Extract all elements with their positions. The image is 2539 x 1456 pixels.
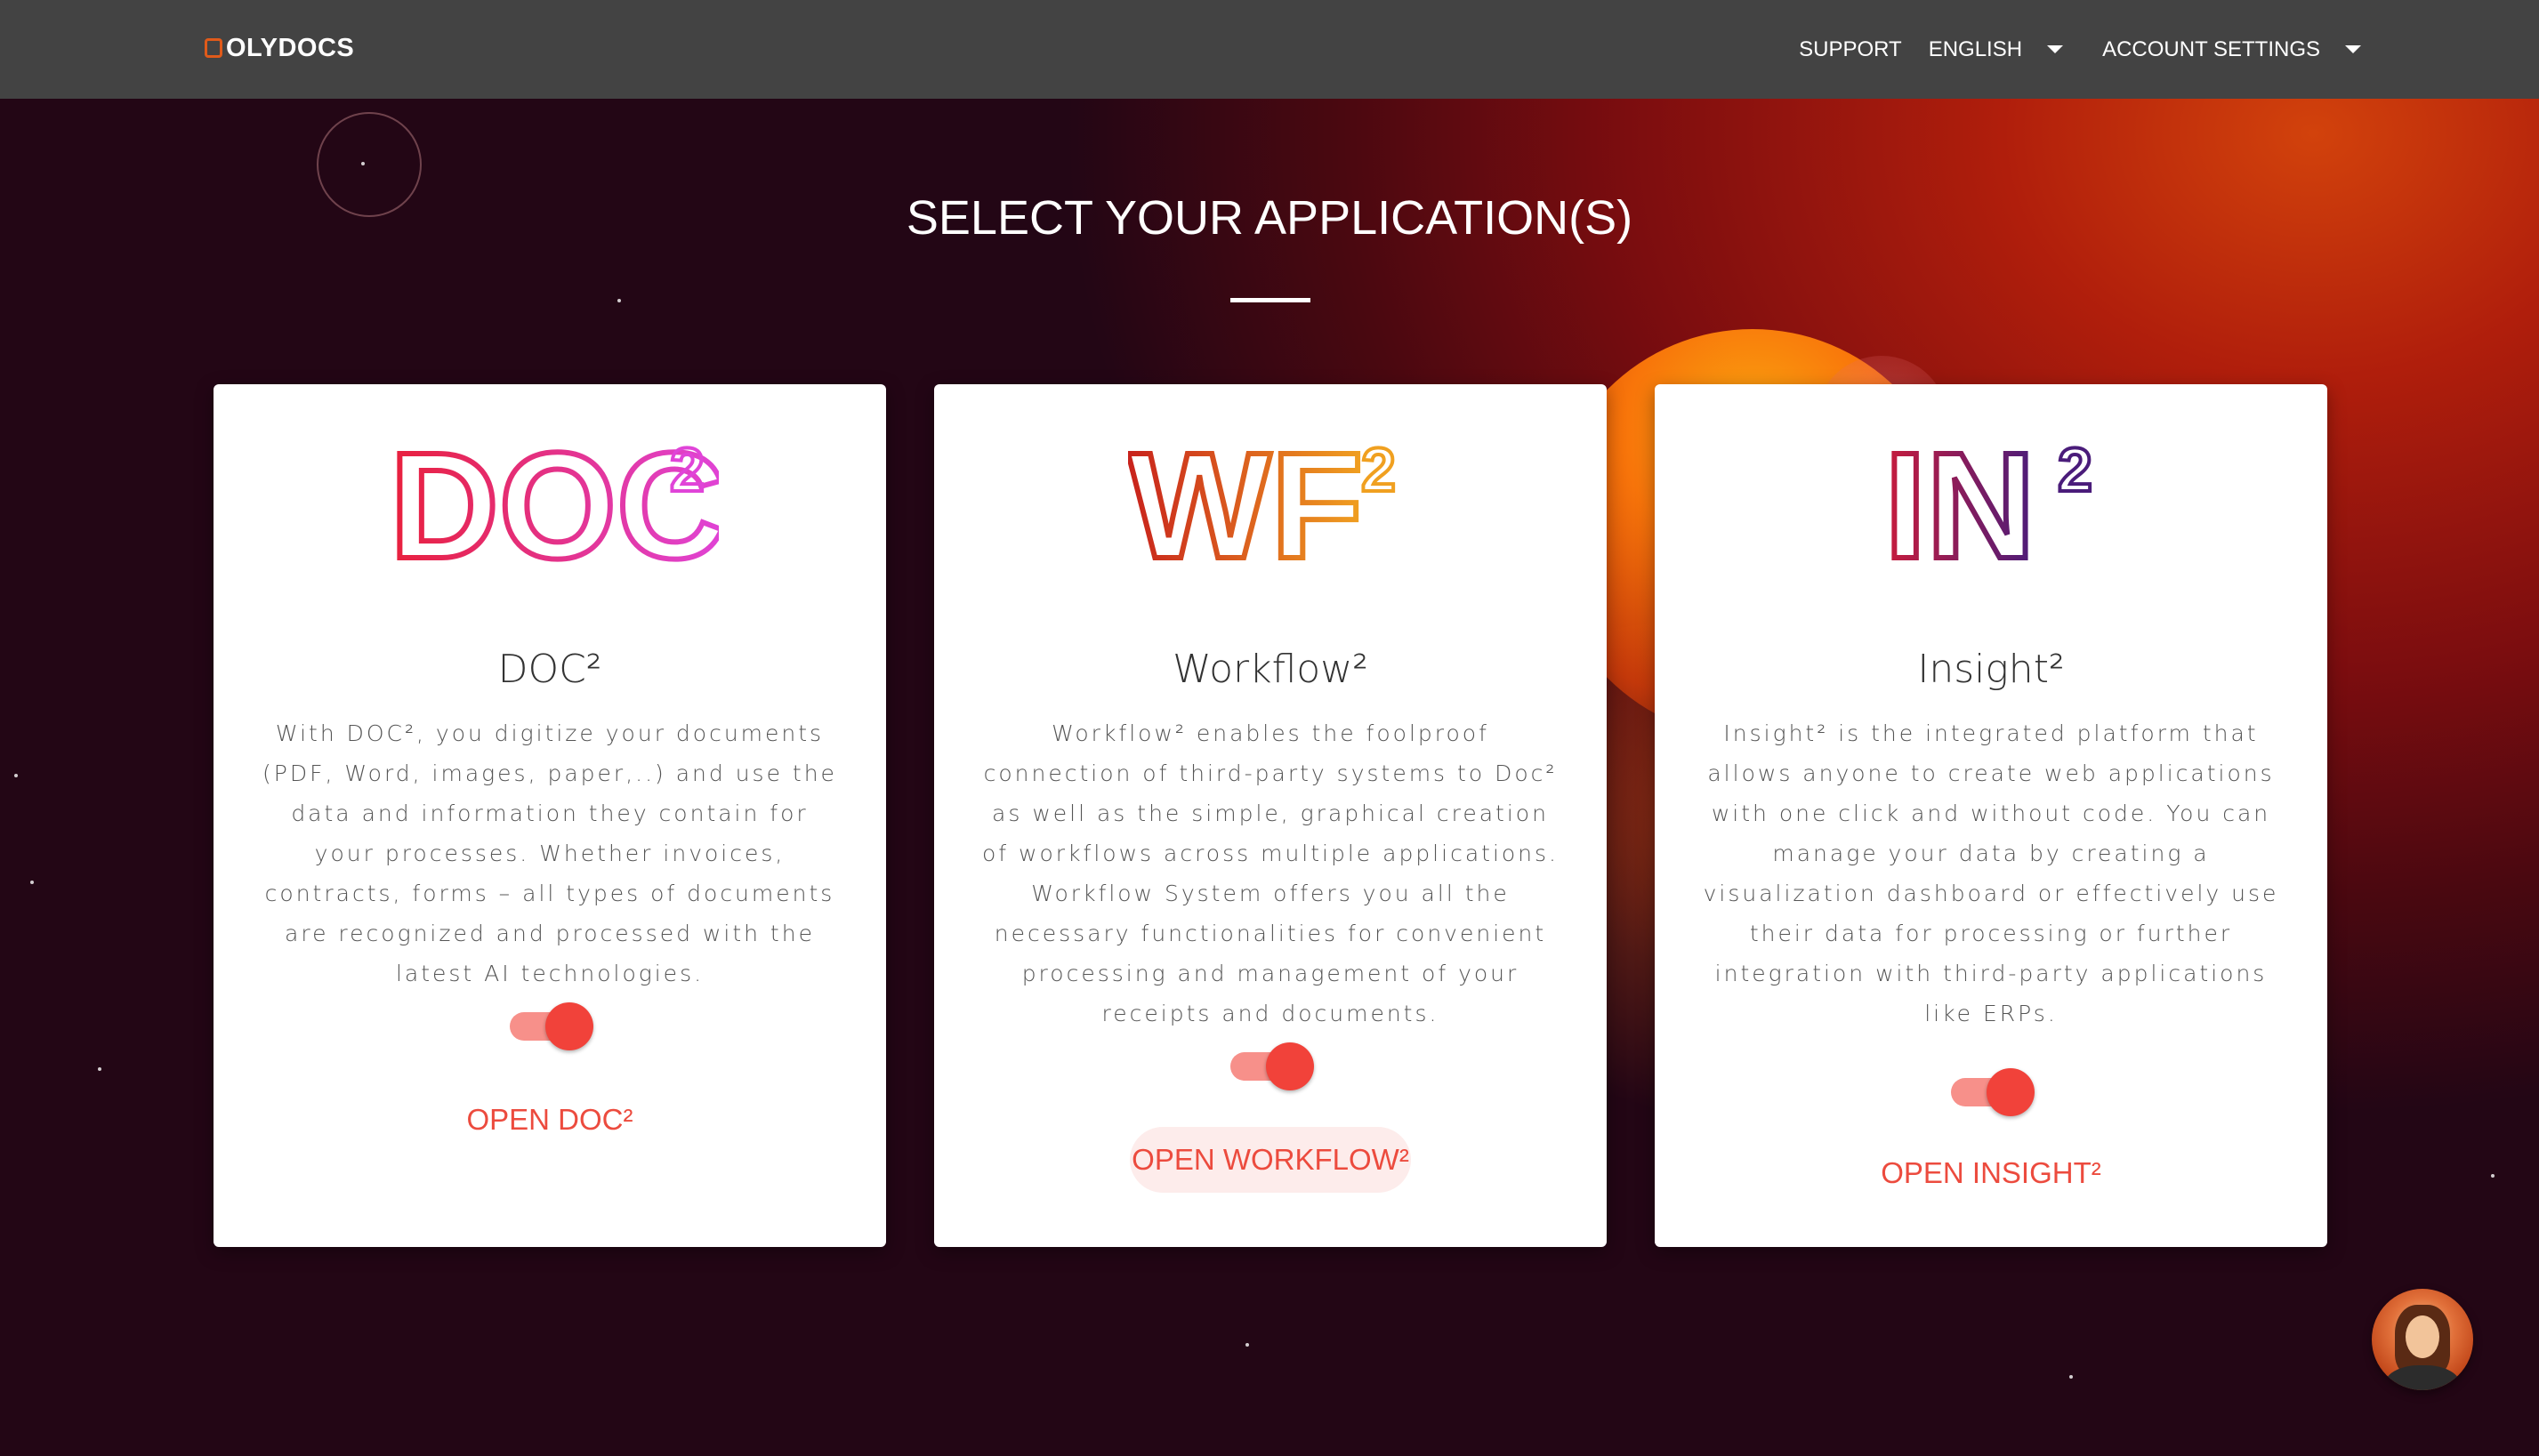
doc-logo-icon: DOC 2: [387, 429, 719, 580]
open-insight-button[interactable]: OPEN INSIGHT²: [1655, 1140, 2327, 1206]
star: [2069, 1375, 2073, 1379]
app-description: With DOC², you digitize your documents (…: [262, 720, 837, 986]
app-description: Insight² is the integrated platform that…: [1703, 720, 2279, 1026]
logo-text: OLYDOCS: [226, 33, 355, 62]
workflow-logo-text: WF: [1128, 429, 1363, 580]
avatar-body: [2384, 1365, 2461, 1390]
open-doc-label: OPEN DOC²: [466, 1103, 633, 1136]
open-workflow-button[interactable]: OPEN WORKFLOW²: [934, 1127, 1607, 1193]
workflow-logo: WF 2: [934, 429, 1607, 580]
star: [30, 881, 34, 884]
insight-enable-toggle[interactable]: [1951, 1066, 2036, 1116]
insight-logo-text: IN: [1884, 429, 2035, 580]
avatar-face: [2406, 1315, 2439, 1358]
star: [361, 162, 365, 165]
account-settings-dropdown[interactable]: ACCOUNT SETTINGS: [2102, 37, 2361, 62]
star: [98, 1067, 101, 1071]
language-dropdown[interactable]: ENGLISH: [1928, 36, 2064, 62]
star: [14, 774, 18, 777]
star: [617, 299, 621, 302]
insight-logo: IN 2: [1655, 429, 2327, 580]
insight-logo-sup: 2: [2058, 435, 2092, 504]
chevron-down-icon: [2345, 45, 2361, 53]
support-label: SUPPORT: [1799, 36, 1902, 61]
account-settings-label: ACCOUNT SETTINGS: [2102, 36, 2320, 61]
star: [2491, 1174, 2495, 1178]
app-card-workflow: WF 2 Workflow² Workflow² enables the foo…: [934, 384, 1607, 1247]
app-description: Workflow² enables the foolproof connecti…: [982, 720, 1559, 1026]
app-name: Insight²: [1917, 647, 2065, 692]
open-workflow-label: OPEN WORKFLOW²: [1130, 1127, 1411, 1193]
app-card-doc: DOC 2 DOC² With DOC², you digitize your …: [214, 384, 886, 1247]
app-name: Workflow²: [1173, 647, 1368, 692]
workflow-logo-icon: WF 2: [1128, 429, 1398, 580]
doc-logo-sup: 2: [670, 435, 705, 504]
app-card-insight: IN 2 Insight² Insight² is the integrated…: [1655, 384, 2327, 1247]
olydocs-logo[interactable]: OLYDOCS: [205, 30, 354, 66]
support-chat-avatar[interactable]: [2372, 1289, 2473, 1390]
doc-enable-toggle[interactable]: [510, 1000, 595, 1050]
doc-logo: DOC 2: [214, 429, 886, 580]
toggle-knob: [545, 1002, 593, 1050]
chevron-down-icon: [2047, 45, 2064, 53]
open-doc-button[interactable]: OPEN DOC²: [214, 1087, 886, 1153]
page-title: SELECT YOUR APPLICATION(S): [906, 191, 1633, 245]
app-name: DOC²: [497, 647, 602, 692]
star: [1245, 1343, 1249, 1347]
workflow-logo-sup: 2: [1361, 435, 1396, 504]
title-underline: [1230, 298, 1310, 302]
workflow-enable-toggle[interactable]: [1230, 1040, 1316, 1090]
olydocs-logo-icon: [205, 38, 222, 58]
top-navigation-bar: OLYDOCS SUPPORT ENGLISH ACCOUNT SETTINGS: [0, 0, 2539, 99]
toggle-knob: [1987, 1068, 2035, 1116]
open-insight-label: OPEN INSIGHT²: [1881, 1156, 2101, 1189]
toggle-knob: [1266, 1042, 1314, 1090]
top-nav: SUPPORT ENGLISH ACCOUNT SETTINGS: [1799, 0, 2361, 99]
language-label: ENGLISH: [1928, 36, 2023, 61]
support-link[interactable]: SUPPORT: [1799, 37, 1902, 62]
insight-logo-icon: IN 2: [1882, 429, 2094, 580]
